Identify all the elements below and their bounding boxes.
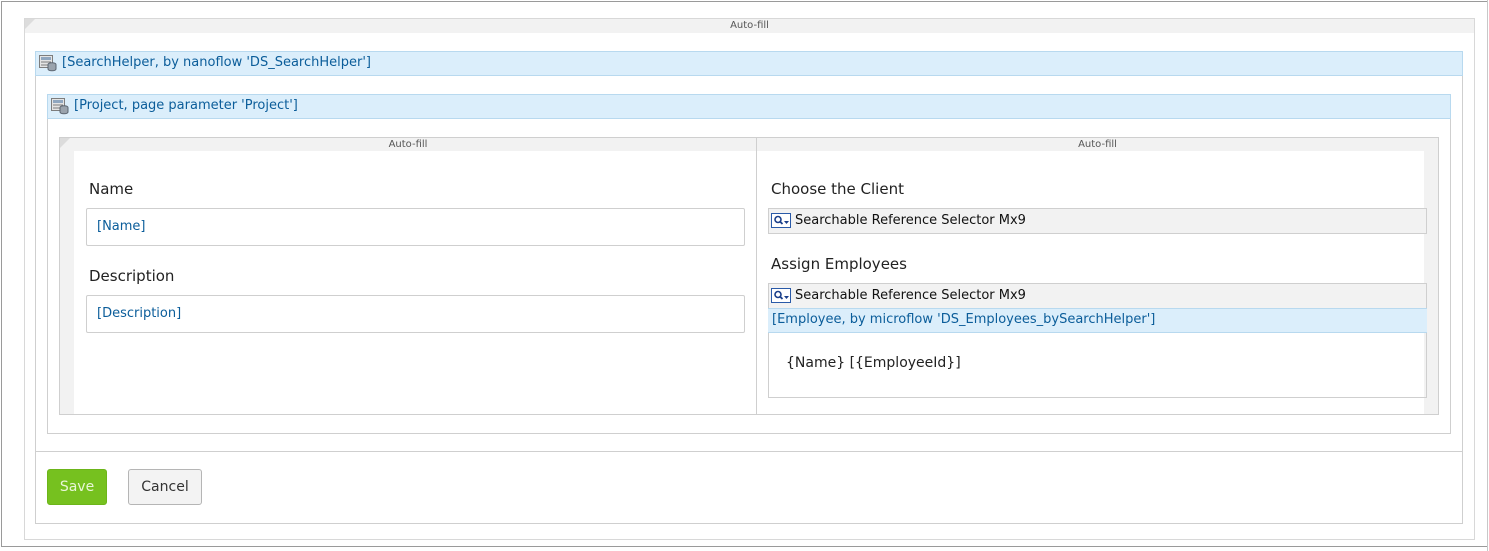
client-selector-text: Searchable Reference Selector Mx9: [795, 213, 1026, 228]
project-header-label: [Project, page parameter 'Project']: [74, 98, 298, 113]
search-dropdown-icon: [771, 288, 791, 303]
save-button[interactable]: Save: [47, 469, 107, 505]
employee-source-label: [Employee, by microflow 'DS_Employees_by…: [772, 312, 1156, 327]
window-edge: [1487, 0, 1488, 551]
searchhelper-header-label: [SearchHelper, by nanoflow 'DS_SearchHel…: [62, 55, 371, 70]
datasource-icon: [39, 55, 57, 72]
employees-reference-selector[interactable]: Searchable Reference Selector Mx9: [768, 283, 1427, 309]
description-input-value: [Description]: [97, 306, 182, 321]
description-input[interactable]: [Description]: [86, 295, 745, 333]
employees-selector-text: Searchable Reference Selector Mx9: [795, 288, 1026, 303]
employee-source-header[interactable]: [Employee, by microflow 'DS_Employees_by…: [768, 308, 1427, 333]
search-dropdown-icon: [771, 213, 791, 228]
left-column-corner-marker: [60, 138, 70, 148]
footer-divider: [36, 451, 1462, 452]
name-input[interactable]: [Name]: [86, 208, 745, 246]
employee-display-template: {Name} [{EmployeeId}]: [786, 355, 961, 371]
project-dataview-header[interactable]: [Project, page parameter 'Project']: [47, 94, 1451, 119]
grid-left-gutter: [60, 151, 74, 414]
description-label: Description: [89, 267, 175, 285]
cancel-button[interactable]: Cancel: [128, 469, 202, 505]
assign-employees-label: Assign Employees: [771, 255, 907, 273]
name-label: Name: [89, 180, 134, 198]
client-reference-selector[interactable]: Searchable Reference Selector Mx9: [768, 208, 1427, 234]
searchhelper-dataview-header[interactable]: [SearchHelper, by nanoflow 'DS_SearchHel…: [35, 51, 1463, 76]
datasource-icon: [51, 98, 69, 115]
container-corner-marker: [25, 19, 35, 29]
column-divider: [756, 138, 757, 414]
left-autofill-label: Auto-fill: [60, 138, 756, 151]
outer-autofill-label: Auto-fill: [25, 19, 1474, 33]
name-input-value: [Name]: [97, 219, 146, 234]
choose-client-label: Choose the Client: [771, 180, 904, 198]
right-autofill-label: Auto-fill: [757, 138, 1438, 151]
